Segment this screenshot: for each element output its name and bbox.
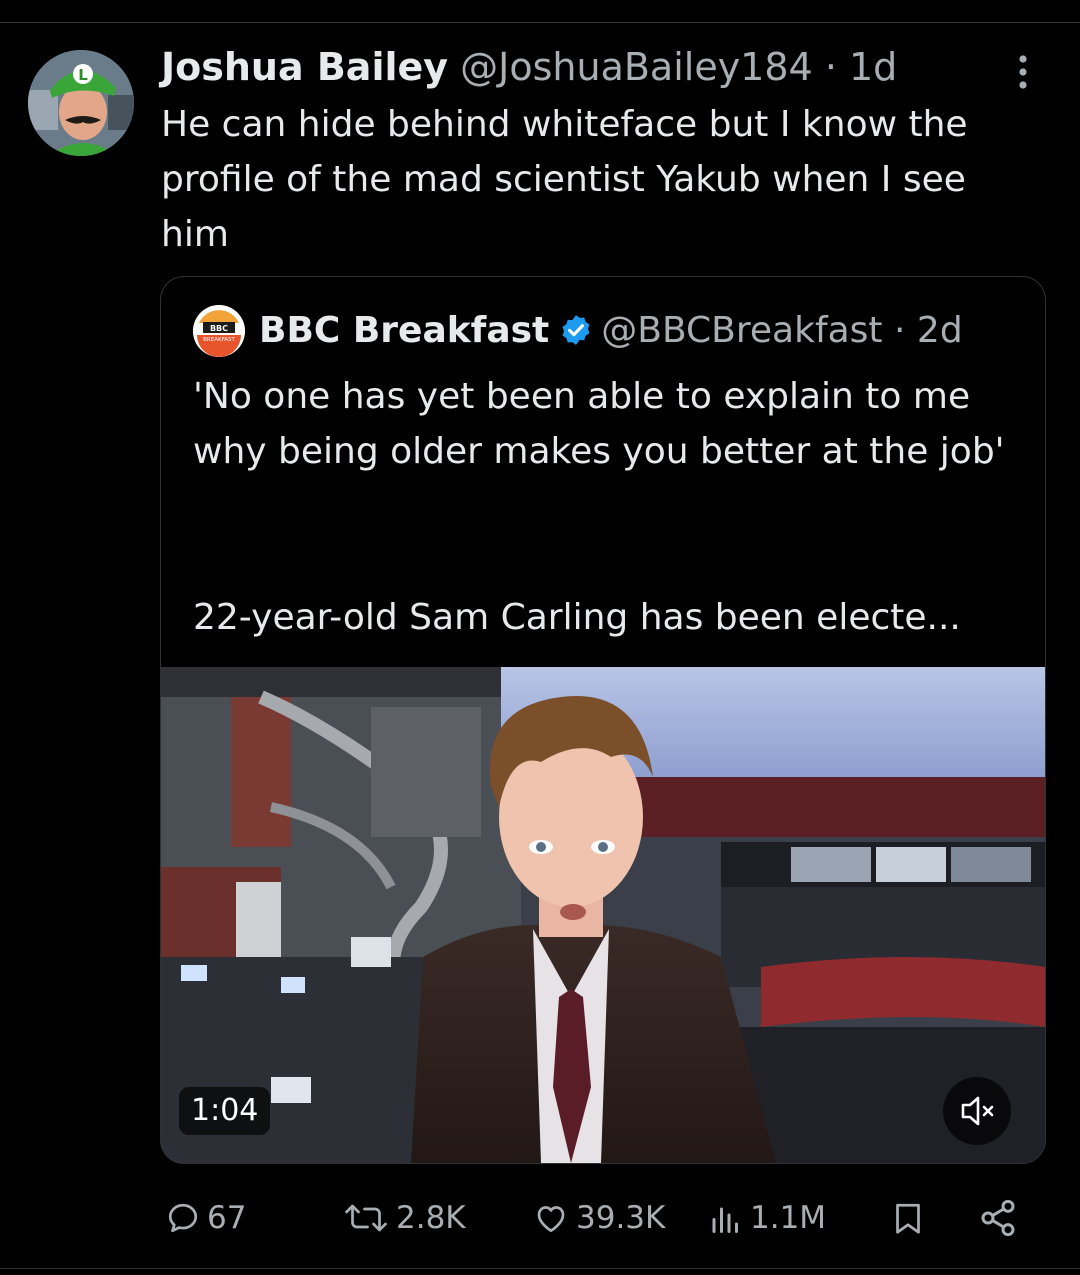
quoted-author-handle[interactable]: @BBCBreakfast (601, 310, 882, 351)
quoted-tweet-header: BBC Breakfast @BBCBreakfast · 2d (259, 306, 963, 356)
verified-badge-icon (559, 311, 593, 345)
tweet-header: Joshua Bailey @JoshuaBailey184 · 1d (161, 42, 897, 92)
bookmark-icon (896, 1203, 920, 1234)
bottom-divider (0, 1268, 1080, 1269)
header-separator: · (824, 45, 837, 89)
bbc-logo-text: BBC (210, 324, 228, 333)
quoted-tweet-time[interactable]: 2d (917, 310, 963, 351)
author-handle[interactable]: @JoshuaBailey184 (460, 45, 813, 89)
tweet-time[interactable]: 1d (849, 45, 897, 89)
reply-count: 67 (207, 1200, 247, 1236)
svg-text:L: L (78, 66, 88, 84)
views-icon (712, 1207, 738, 1233)
top-divider (0, 22, 1080, 23)
more-options-icon[interactable] (1010, 52, 1036, 92)
repost-count: 2.8K (396, 1200, 466, 1236)
view-count: 1.1M (750, 1200, 827, 1236)
video-frame-image (161, 667, 1045, 1163)
quoted-header-separator: · (894, 310, 906, 351)
tweet-text: He can hide behind whiteface but I know … (161, 104, 968, 255)
reply-icon (168, 1203, 198, 1233)
heart-icon (537, 1206, 565, 1233)
repost-button[interactable]: 2.8K (342, 1188, 466, 1248)
avatar-image: L (28, 50, 134, 156)
breakfast-logo-text: BREAKFAST (203, 337, 235, 343)
reply-button[interactable]: 67 (165, 1188, 246, 1248)
quoted-author-name[interactable]: BBC Breakfast (259, 310, 549, 351)
author-avatar[interactable]: L (28, 50, 134, 156)
quoted-tweet-text-truncated: 22-year-old Sam Carling has been electe.… (193, 597, 961, 638)
video-player[interactable]: 1:04 (161, 667, 1045, 1163)
share-icon (981, 1199, 1015, 1237)
share-button[interactable] (978, 1188, 1018, 1248)
repost-icon (345, 1204, 387, 1232)
video-duration: 1:04 (179, 1087, 271, 1135)
mute-icon[interactable] (943, 1077, 1011, 1145)
author-name[interactable]: Joshua Bailey (161, 45, 448, 89)
quoted-tweet-card[interactable]: BBC BREAKFAST BBC Breakfast @BBCBreakfast… (160, 276, 1046, 1164)
like-count: 39.3K (576, 1200, 666, 1236)
quoted-author-avatar[interactable]: BBC BREAKFAST (193, 305, 245, 357)
action-bar: 67 2.8K 39.3K 1.1M (0, 1188, 1080, 1248)
quoted-tweet-text: 'No one has yet been able to explain to … (193, 376, 1005, 472)
like-button[interactable]: 39.3K (532, 1188, 665, 1248)
views-button[interactable]: 1.1M (708, 1188, 826, 1248)
bookmark-button[interactable] (890, 1188, 926, 1248)
